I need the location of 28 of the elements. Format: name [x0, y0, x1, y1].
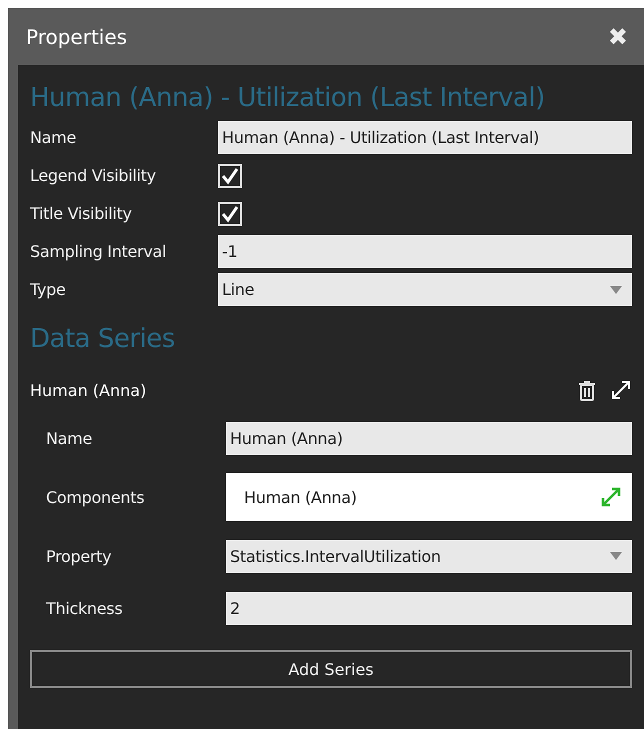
- input-field[interactable]: -1: [218, 235, 632, 268]
- window-title: Properties: [26, 24, 128, 48]
- field-label: Legend Visibility: [30, 166, 157, 185]
- field-label: Property: [45, 546, 112, 566]
- field-label: Components: [45, 488, 146, 506]
- expand-icon[interactable]: [610, 379, 632, 401]
- section-heading: Data Series: [30, 324, 176, 354]
- field-label: Sampling Interval: [30, 242, 168, 261]
- field-label: Title Visibility: [30, 204, 133, 223]
- field-label: Name: [30, 128, 78, 147]
- series-name: Human (Anna): [30, 380, 148, 400]
- field-label: Name: [45, 428, 94, 448]
- input-field[interactable]: Human (Anna): [226, 422, 632, 454]
- component-picker[interactable]: Human (Anna): [226, 473, 632, 521]
- checkbox[interactable]: [218, 164, 242, 188]
- field-label: Thickness: [45, 598, 124, 618]
- trash-icon[interactable]: [578, 379, 596, 401]
- field-label: Type: [30, 280, 67, 299]
- input-field[interactable]: 2: [226, 592, 632, 624]
- chart-heading: Human (Anna) - Utilization (Last Interval): [30, 83, 546, 113]
- caret-icon: [610, 552, 622, 560]
- close-button[interactable]: ✖: [608, 22, 628, 50]
- add-series-button[interactable]: Add Series: [30, 650, 632, 688]
- caret-icon: [610, 286, 622, 294]
- checkbox[interactable]: [218, 202, 242, 226]
- dropdown[interactable]: Statistics.IntervalUtilization: [226, 540, 632, 572]
- dropdown[interactable]: Line: [218, 273, 632, 306]
- input-field[interactable]: Human (Anna) - Utilization (Last Interval): [218, 121, 632, 154]
